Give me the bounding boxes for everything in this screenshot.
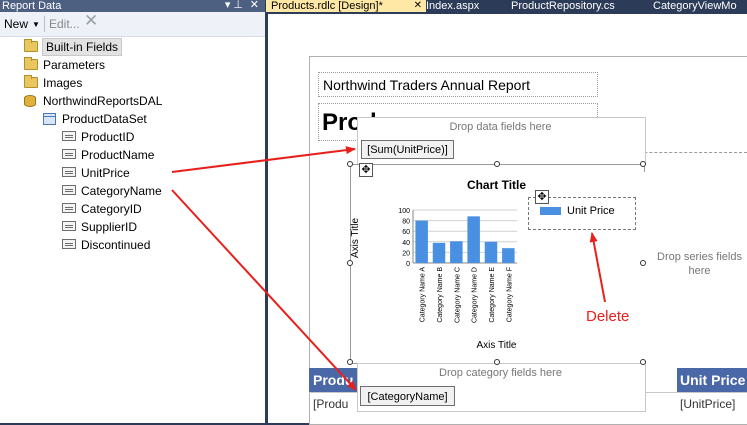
x-tick-label: Category Name B <box>437 267 444 323</box>
resize-handle[interactable] <box>347 359 353 365</box>
chart-bar <box>432 242 446 263</box>
x-tick-label: Category Name D <box>472 267 479 323</box>
series-fields-hint: Drop series fields here <box>657 251 742 277</box>
resize-handle[interactable] <box>640 161 646 167</box>
y-tick-label: 80 <box>402 219 410 226</box>
chart-bar <box>502 248 515 263</box>
move-icon[interactable]: ✥ <box>535 190 549 204</box>
x-tick-label: Category Name F <box>506 267 513 322</box>
resize-handle[interactable] <box>640 359 646 365</box>
y-tick-label: 20 <box>402 250 410 257</box>
chart-bar <box>484 241 498 263</box>
legend-swatch <box>540 207 561 215</box>
legend-label: Unit Price <box>567 205 615 217</box>
resize-handle[interactable] <box>494 359 500 365</box>
y-tick-label: 40 <box>402 240 410 247</box>
x-tick-label: Category Name A <box>420 267 427 323</box>
y-tick-label: 60 <box>402 229 410 236</box>
category-name-field[interactable]: [CategoryName] <box>360 386 455 406</box>
chart-bar <box>450 241 463 263</box>
chart-bar <box>415 220 428 263</box>
move-icon[interactable]: ✥ <box>359 163 373 177</box>
category-fields-hint: Drop category fields here <box>439 367 562 379</box>
chart-bar <box>467 216 480 263</box>
x-tick-label: Category Name E <box>489 267 496 323</box>
resize-handle[interactable] <box>347 161 353 167</box>
delete-annotation: Delete <box>586 308 630 325</box>
resize-handle[interactable] <box>494 161 500 167</box>
resize-handle[interactable] <box>640 260 646 266</box>
x-tick-label: Category Name C <box>454 267 461 323</box>
resize-handle[interactable] <box>347 260 353 266</box>
y-tick-label: 0 <box>406 261 410 268</box>
y-tick-label: 100 <box>398 208 410 215</box>
